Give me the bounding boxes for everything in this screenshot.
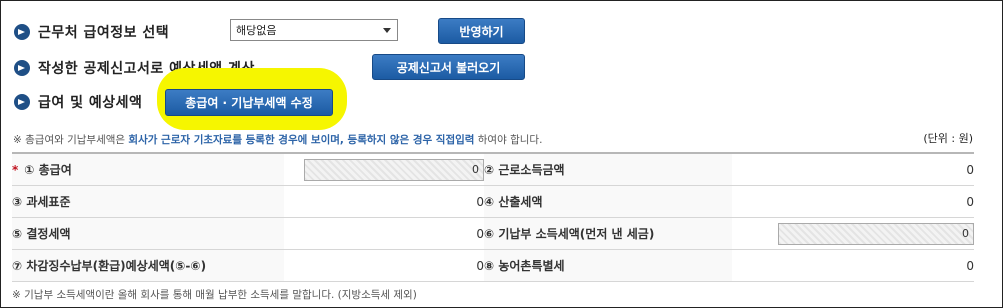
total-pay-label: * ① 총급여 (12, 153, 284, 186)
total-pay-value: 0 (472, 163, 479, 176)
prepaid-tax-label: ⑥ 기납부 소득세액(먼저 낸 세금) (484, 217, 732, 250)
table-row: * ① 총급여 0 ② 근로소득금액 0 (12, 153, 974, 186)
arrow-circle-icon (14, 94, 30, 110)
chevron-down-icon (383, 28, 391, 33)
table-row: ③ 과세표준 0 ④ 산출세액 0 (12, 185, 974, 218)
section-pay-estimate: 급여 및 예상세액 (14, 92, 142, 112)
arrow-circle-icon (14, 60, 30, 76)
load-deduction-form-button[interactable]: 공제신고서 불러오기 (372, 54, 525, 80)
determined-tax-value: 0 (284, 217, 484, 250)
arrow-circle-icon (14, 24, 30, 40)
prepaid-tax-input[interactable]: 0 (778, 222, 974, 245)
tax-base-value: 0 (284, 185, 484, 218)
calculated-tax-value: 0 (732, 185, 974, 218)
apply-button[interactable]: 반영하기 (438, 18, 525, 44)
rural-special-tax-value: 0 (732, 249, 974, 282)
rural-special-tax-label: ⑧ 농어촌특별세 (484, 249, 732, 282)
expected-payment-value: 0 (284, 249, 484, 282)
notice-prefix: ※ 총급여와 기납부세액은 (13, 134, 129, 146)
footnote: ※ 기납부 소득세액이란 올해 회사를 통해 매월 납부한 소득세를 말합니다.… (12, 289, 417, 301)
tax-estimate-table: * ① 총급여 0 ② 근로소득금액 0 ③ 과세표준 0 ④ 산출세액 0 ⑤ … (12, 152, 974, 282)
section-label: 근무처 급여정보 선택 (38, 25, 170, 41)
notice-text: ※ 총급여와 기납부세액은 회사가 근로자 기초자료를 등록한 경우에 보이며,… (13, 132, 542, 147)
total-pay-label-text: ① 총급여 (24, 163, 72, 177)
section-work-pay-select: 근무처 급여정보 선택 (14, 22, 169, 42)
table-row: ⑦ 차감징수납부(환급)예상세액(⑤-⑥) 0 ⑧ 농어촌특별세 0 (12, 249, 974, 282)
calculated-tax-label: ④ 산출세액 (484, 185, 732, 218)
determined-tax-label: ⑤ 결정세액 (12, 217, 284, 250)
total-pay-input[interactable]: 0 (304, 158, 484, 181)
prepaid-tax-value: 0 (962, 227, 969, 240)
tax-base-label: ③ 과세표준 (12, 185, 284, 218)
edit-total-pay-tax-button[interactable]: 총급여 · 기납부세액 수정 (165, 89, 333, 116)
notice-highlight: 회사가 근로자 기초자료를 등록한 경우에 보이며, 등록하지 않은 경우 직접… (128, 134, 475, 146)
section-label: 급여 및 예상세액 (38, 95, 143, 111)
earned-income-value: 0 (732, 153, 974, 186)
table-row: ⑤ 결정세액 0 ⑥ 기납부 소득세액(먼저 낸 세금) 0 (12, 217, 974, 250)
workplace-select-value: 해당없음 (236, 24, 277, 37)
earned-income-label: ② 근로소득금액 (484, 153, 732, 186)
required-star: * (12, 163, 19, 177)
workplace-select[interactable]: 해당없음 (230, 19, 398, 41)
notice-suffix: 하여야 합니다. (474, 134, 543, 146)
expected-payment-label: ⑦ 차감징수납부(환급)예상세액(⑤-⑥) (12, 249, 284, 282)
unit-label: (단위 : 원) (923, 132, 973, 145)
